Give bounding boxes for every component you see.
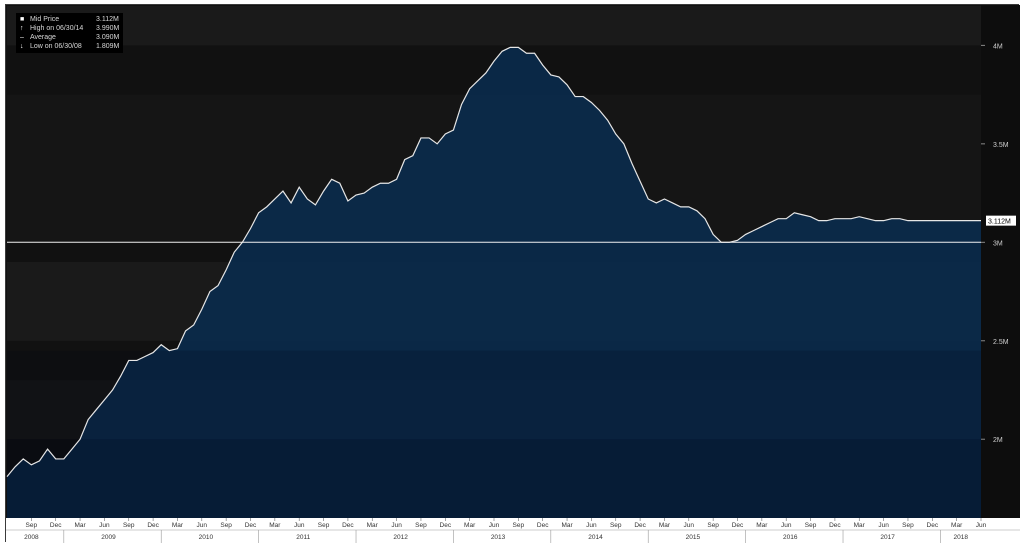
legend-row-high: ↑ High on 06/30/14 3.990M [20, 24, 119, 33]
x-month-label: Dec [732, 522, 744, 529]
square-icon: ■ [20, 16, 25, 23]
x-month-label: Mar [367, 522, 379, 529]
x-month-label: Sep [123, 522, 135, 529]
x-month-label: Jun [197, 522, 208, 529]
last-value-label: 3.112M [988, 219, 1011, 226]
x-month-label: Dec [537, 522, 549, 529]
x-month-label: Sep [26, 522, 38, 529]
y-tick-label: 2.5M [993, 339, 1009, 346]
legend: ■ Mid Price 3.112M ↑ High on 06/30/14 3.… [16, 13, 124, 53]
x-month-label: Jun [586, 522, 597, 529]
x-month-label: Mar [269, 522, 281, 529]
x-month-label: Mar [74, 522, 86, 529]
x-month-label: Sep [610, 522, 622, 529]
x-month-label: Dec [829, 522, 841, 529]
x-month-label: Dec [147, 522, 159, 529]
x-month-label: Mar [561, 522, 573, 529]
x-year-label: 2014 [588, 534, 603, 541]
x-year-label: 2010 [199, 534, 214, 541]
x-month-label: Sep [415, 522, 427, 529]
x-month-label: Mar [854, 522, 866, 529]
x-month-label: Dec [50, 522, 62, 529]
x-year-label: 2013 [491, 534, 506, 541]
x-month-label: Sep [805, 522, 817, 529]
legend-label: Average [30, 34, 56, 41]
legend-label: High on 06/30/14 [30, 25, 84, 32]
legend-row-average: – Average 3.090M [20, 33, 119, 42]
x-month-label: Jun [391, 522, 402, 529]
x-month-label: Sep [318, 522, 330, 529]
y-tick-label: 3.5M [993, 142, 1009, 149]
x-month-label: Sep [707, 522, 719, 529]
x-year-label: 2017 [880, 534, 895, 541]
x-month-label: Sep [220, 522, 232, 529]
legend-label: Mid Price [30, 16, 60, 23]
x-month-label: Dec [245, 522, 257, 529]
x-month-label: Mar [172, 522, 184, 529]
legend-label: Low on 06/30/08 [30, 43, 82, 50]
legend-value: 3.090M [96, 34, 120, 41]
x-month-label: Jun [684, 522, 695, 529]
arrow-up-icon: ↑ [20, 25, 24, 32]
arrow-down-icon: ↓ [20, 43, 24, 50]
y-tick-label: 3M [993, 240, 1003, 247]
price-chart: 2M 2.5M 3M 3.5M 4M 3.112M Sep Dec Mar Jun Sep Dec Ma… [6, 5, 1020, 543]
x-month-label: Sep [902, 522, 914, 529]
legend-row-low: ↓ Low on 06/30/08 1.809M [20, 42, 119, 51]
legend-row-mid: ■ Mid Price 3.112M [20, 15, 119, 24]
x-month-label: Dec [342, 522, 354, 529]
area-shade-band [7, 439, 981, 518]
x-month-label: Dec [927, 522, 939, 529]
x-month-label: Mar [464, 522, 476, 529]
chart-frame: 2M 2.5M 3M 3.5M 4M 3.112M Sep Dec Mar Jun Sep Dec Ma… [5, 4, 1020, 543]
dash-icon: – [20, 34, 24, 41]
x-month-label: Mar [951, 522, 963, 529]
x-year-label: 2009 [101, 534, 116, 541]
plot-band [7, 6, 981, 46]
x-month-label: Mar [756, 522, 768, 529]
x-month-label: Dec [440, 522, 452, 529]
x-year-label: 2011 [296, 534, 310, 541]
x-month-label: Jun [878, 522, 889, 529]
x-month-label: Jun [489, 522, 500, 529]
x-year-label: 2018 [953, 534, 968, 541]
y-tick-label: 2M [993, 437, 1003, 444]
x-month-label: Jun [294, 522, 305, 529]
x-year-label: 2012 [393, 534, 408, 541]
y-tick-label: 4M [993, 43, 1003, 50]
x-month-label: Mar [659, 522, 671, 529]
x-year-label: 2016 [783, 534, 798, 541]
x-year-label: 2008 [24, 534, 39, 541]
x-month-label: Jun [781, 522, 792, 529]
x-year-label: 2015 [686, 534, 701, 541]
x-month-label: Jun [976, 522, 987, 529]
legend-value: 1.809M [96, 43, 120, 50]
legend-value: 3.990M [96, 25, 120, 32]
x-month-label: Sep [513, 522, 525, 529]
legend-value: 3.112M [96, 16, 119, 23]
x-month-label: Jun [99, 522, 110, 529]
x-month-label: Dec [634, 522, 646, 529]
